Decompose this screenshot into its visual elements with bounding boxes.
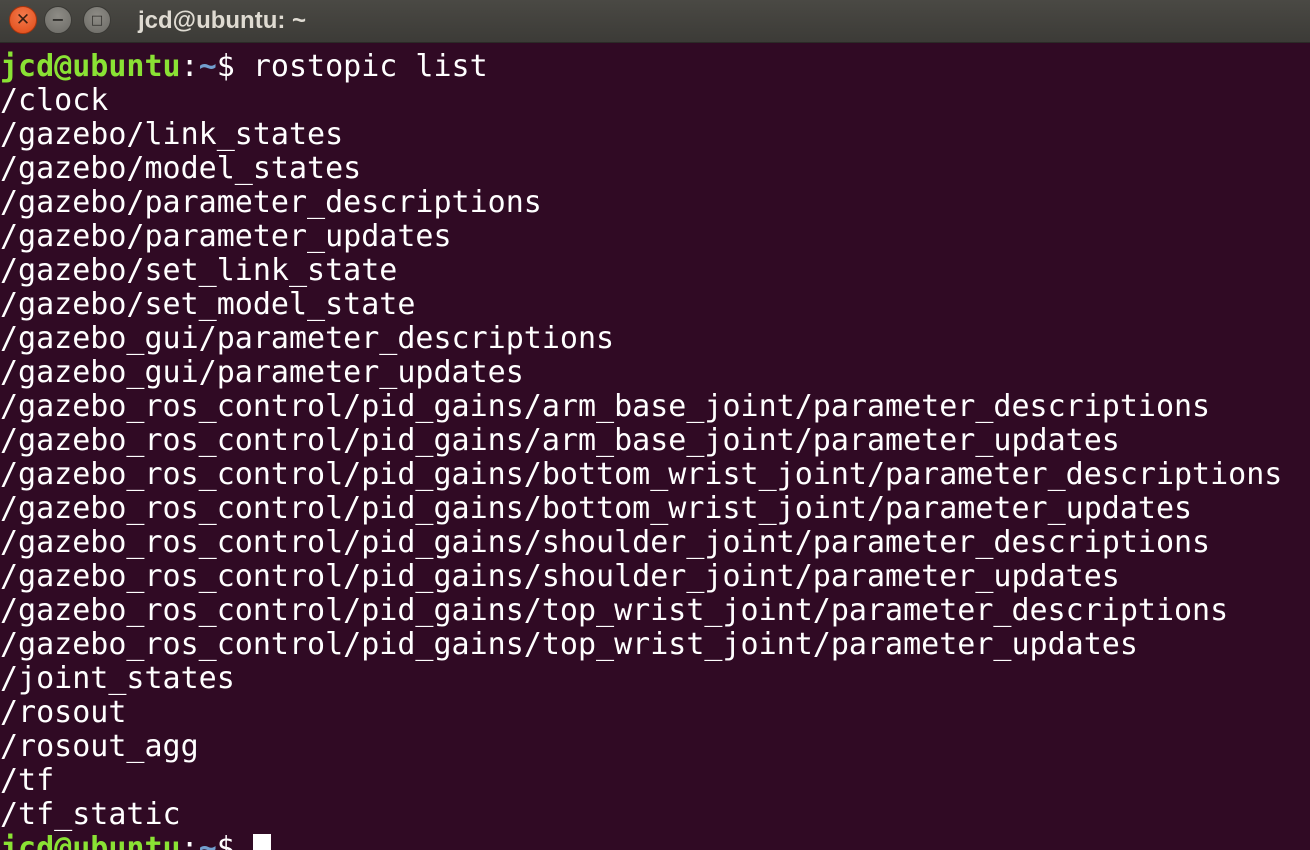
prompt-path: ~ <box>198 831 217 850</box>
output-line: /gazebo_ros_control/pid_gains/top_wrist_… <box>0 593 1229 628</box>
output-line: /tf_static <box>0 797 181 832</box>
prompt-path: ~ <box>198 50 217 84</box>
maximize-icon: □ <box>90 12 104 28</box>
text-cursor <box>252 834 271 850</box>
active-prompt-line[interactable]: jcd@ubuntu:~$ <box>0 832 1310 850</box>
prompt-user-host: jcd@ubuntu <box>0 831 181 850</box>
prompt-colon: : <box>180 831 199 850</box>
title-bar[interactable]: ✕ − □ jcd@ubuntu: ~ <box>0 0 1310 43</box>
output-line: /gazebo/link_states <box>0 117 344 152</box>
output-line: /clock <box>0 83 109 118</box>
minimize-icon: − <box>51 10 65 29</box>
terminal-window: ✕ − □ jcd@ubuntu: ~ jcd@ubuntu:~$ rostop… <box>0 0 1310 850</box>
output-line: /joint_states <box>0 661 235 696</box>
output-line: /gazebo/model_states <box>0 151 362 186</box>
output-line: /gazebo/parameter_updates <box>0 219 452 254</box>
close-icon: ✕ <box>15 9 31 30</box>
output-line: /gazebo_gui/parameter_descriptions <box>0 321 615 356</box>
output-line: /gazebo_ros_control/pid_gains/shoulder_j… <box>0 525 1211 560</box>
prompt-symbol: $ <box>216 831 253 850</box>
output-line: /gazebo/parameter_descriptions <box>0 185 542 220</box>
output-line: /gazebo_ros_control/pid_gains/arm_base_j… <box>0 389 1211 424</box>
maximize-button[interactable]: □ <box>83 6 111 34</box>
close-button[interactable]: ✕ <box>9 6 37 34</box>
terminal-output[interactable]: jcd@ubuntu:~$ rostopic list /clock/gazeb… <box>0 50 1310 850</box>
output-line: /gazebo_ros_control/pid_gains/arm_base_j… <box>0 423 1120 458</box>
output-line: /gazebo_ros_control/pid_gains/shoulder_j… <box>0 559 1120 594</box>
prompt-symbol: $ <box>216 50 253 84</box>
output-line: /gazebo_ros_control/pid_gains/bottom_wri… <box>0 491 1193 526</box>
output-line: /gazebo/set_model_state <box>0 287 416 322</box>
minimize-button[interactable]: − <box>44 6 72 34</box>
output-line: /gazebo_ros_control/pid_gains/top_wrist_… <box>0 627 1138 662</box>
command-text: rostopic list <box>252 50 488 84</box>
output-line: /rosout_agg <box>0 729 199 764</box>
output-line: /tf <box>0 763 55 798</box>
output-line: /rosout <box>0 695 127 730</box>
output-line: /gazebo_gui/parameter_updates <box>0 355 524 390</box>
output-lines: /clock/gazebo/link_states/gazebo/model_s… <box>0 84 1310 832</box>
prompt-user-host: jcd@ubuntu <box>0 50 181 84</box>
command-line: jcd@ubuntu:~$ rostopic list <box>0 50 1310 84</box>
output-line: /gazebo/set_link_state <box>0 253 398 288</box>
output-line: /gazebo_ros_control/pid_gains/bottom_wri… <box>0 457 1283 492</box>
window-title: jcd@ubuntu: ~ <box>138 7 307 34</box>
prompt-colon: : <box>180 50 199 84</box>
